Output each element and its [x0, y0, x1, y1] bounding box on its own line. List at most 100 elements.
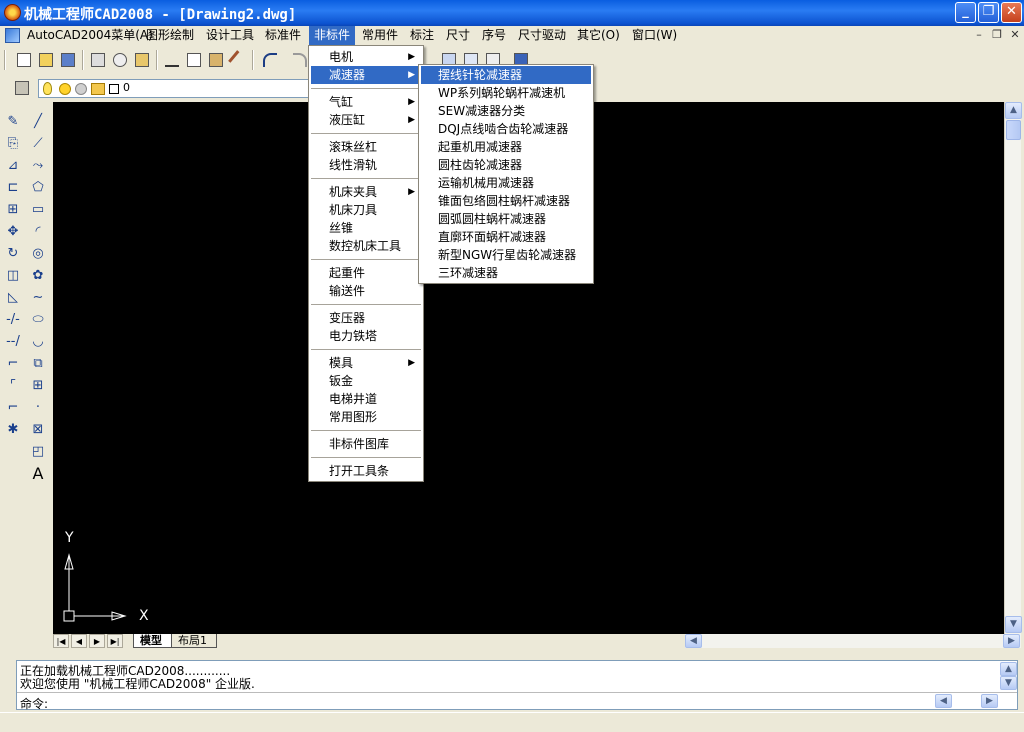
menu-item-nonstd[interactable]: 钣金 [311, 372, 421, 390]
scroll-down-icon[interactable]: ▼ [1005, 616, 1022, 633]
scroll-right-icon[interactable]: ▶ [1003, 634, 1020, 648]
publish-button[interactable] [132, 50, 152, 70]
fillet-icon[interactable]: ⌐ [3, 398, 23, 418]
copy-icon[interactable]: ⎘ [3, 134, 23, 154]
construction-line-icon[interactable]: ⟋ [28, 134, 48, 154]
menu-item-reducer[interactable]: 锥面包络圆柱蜗杆减速器 [421, 192, 591, 210]
scale-icon[interactable]: ◫ [3, 266, 23, 286]
first-tab-icon[interactable]: |◀ [53, 634, 69, 648]
tab-layout1[interactable]: 布局1 [171, 634, 217, 648]
minimize-button[interactable]: _ [955, 2, 976, 23]
menu-item-nonstd[interactable]: 起重件 [311, 264, 421, 282]
menu-item-nonstd[interactable]: 电梯井道 [311, 390, 421, 408]
menu-item-reducer[interactable]: 圆柱齿轮减速器 [421, 156, 591, 174]
stretch-icon[interactable]: ◺ [3, 288, 23, 308]
extend-icon[interactable]: --/ [3, 332, 23, 352]
erase-icon[interactable]: ✎ [3, 112, 23, 132]
match-properties-button[interactable] [228, 50, 248, 70]
region-icon[interactable]: ◰ [28, 442, 48, 462]
tab-model[interactable]: 模型 [133, 634, 173, 648]
paste-button[interactable] [206, 50, 226, 70]
save-button[interactable] [58, 50, 78, 70]
horizontal-scrollbar[interactable]: ◀ ▶ [685, 634, 1021, 648]
menu-item-nonstd[interactable]: 电力铁塔 [311, 327, 421, 345]
menu-item-nonstd[interactable]: 常用图形 [311, 408, 421, 426]
menu-item-nonstd[interactable]: 数控机床工具 [311, 237, 421, 255]
copy-button[interactable] [184, 50, 204, 70]
print-button[interactable] [88, 50, 108, 70]
menu-sequence[interactable]: 序号 [477, 26, 511, 45]
maximize-button[interactable]: ❐ [978, 2, 999, 23]
menu-item-nonstd[interactable]: 电机 ▶ [311, 48, 421, 66]
menu-item-reducer[interactable]: 运输机械用减速器 [421, 174, 591, 192]
menu-item-reducer[interactable]: WP系列蜗轮蜗杆减速机 [421, 84, 591, 102]
prev-tab-icon[interactable]: ◀ [71, 634, 87, 648]
document-icon[interactable] [5, 28, 20, 43]
hatch-icon[interactable]: ⊠ [28, 420, 48, 440]
array-icon[interactable]: ⊞ [3, 200, 23, 220]
polyline-icon[interactable]: ⤳ [28, 156, 48, 176]
next-tab-icon[interactable]: ▶ [89, 634, 105, 648]
undo-button[interactable] [260, 50, 280, 70]
menu-standard-parts[interactable]: 标准件 [260, 26, 306, 45]
line-icon[interactable]: ╱ [28, 112, 48, 132]
doc-close-button[interactable]: ✕ [1008, 28, 1022, 42]
vertical-scroll-thumb[interactable] [1006, 120, 1021, 140]
menu-design-tools[interactable]: 设计工具 [201, 26, 259, 45]
menu-item-nonstd[interactable]: 减速器 ▶ [311, 66, 421, 84]
menu-item-nonstd[interactable]: 模具 ▶ [311, 354, 421, 372]
menu-item-reducer[interactable]: DQJ点线啮合齿轮减速器 [421, 120, 591, 138]
menu-nonstandard-parts[interactable]: 非标件 [309, 26, 356, 45]
spline-icon[interactable]: ∼ [28, 288, 48, 308]
redo-button[interactable] [290, 50, 310, 70]
rectangle-icon[interactable]: ▭ [28, 200, 48, 220]
text-icon[interactable]: A [28, 464, 48, 484]
menu-item-reducer[interactable]: 摆线针轮减速器 [421, 66, 591, 84]
menu-item-nonstd[interactable]: 输送件 [311, 282, 421, 300]
new-button[interactable] [14, 50, 34, 70]
scroll-up-icon[interactable]: ▲ [1005, 102, 1022, 119]
insert-block-icon[interactable]: ⧉ [28, 354, 48, 374]
arc-icon[interactable]: ◜ [28, 222, 48, 242]
menu-other[interactable]: 其它(O) [572, 26, 625, 45]
open-button[interactable] [36, 50, 56, 70]
menu-item-reducer[interactable]: 起重机用减速器 [421, 138, 591, 156]
break-icon[interactable]: ⌐ [3, 354, 23, 374]
cmd-scroll-down-icon[interactable]: ▼ [1000, 676, 1017, 690]
menu-autocad2004[interactable]: AutoCAD2004菜单(A) [22, 26, 158, 45]
close-button[interactable]: ✕ [1001, 2, 1022, 23]
point-icon[interactable]: · [28, 398, 48, 418]
menu-item-nonstd[interactable]: 非标件图库 [311, 435, 421, 453]
ellipse-arc-icon[interactable]: ◡ [28, 332, 48, 352]
command-prompt[interactable]: 命令: [20, 695, 48, 712]
vertical-scrollbar[interactable]: ▲ ▼ [1004, 102, 1022, 634]
menu-item-nonstd[interactable]: 线性滑轨 [311, 156, 421, 174]
cut-button[interactable] [162, 50, 182, 70]
polygon-icon[interactable]: ⬠ [28, 178, 48, 198]
layer-dropdown[interactable]: 0 [38, 79, 310, 98]
menu-dimension-driven[interactable]: 尺寸驱动 [513, 26, 571, 45]
menu-item-nonstd[interactable]: 气缸 ▶ [311, 93, 421, 111]
doc-minimize-button[interactable]: – [972, 28, 986, 42]
toolbar-grip[interactable] [4, 50, 6, 70]
menu-item-reducer[interactable]: 直廓环面蜗杆减速器 [421, 228, 591, 246]
doc-restore-button[interactable]: ❐ [990, 28, 1004, 42]
menu-item-nonstd[interactable]: 滚珠丝杠 [311, 138, 421, 156]
menu-item-nonstd[interactable]: 丝锥 [311, 219, 421, 237]
menu-item-nonstd[interactable]: 机床刀具 [311, 201, 421, 219]
menu-item-nonstd[interactable]: 机床夹具 ▶ [311, 183, 421, 201]
menu-dimension[interactable]: 尺寸 [441, 26, 475, 45]
app-icon[interactable] [4, 4, 21, 21]
mirror-icon[interactable]: ⊿ [3, 156, 23, 176]
ellipse-icon[interactable]: ⬭ [28, 310, 48, 330]
layer-manager-button[interactable] [12, 78, 32, 98]
scroll-left-icon[interactable]: ◀ [685, 634, 702, 648]
make-block-icon[interactable]: ⊞ [28, 376, 48, 396]
trim-icon[interactable]: -/- [3, 310, 23, 330]
last-tab-icon[interactable]: ▶| [107, 634, 123, 648]
cmd-scroll-up-icon[interactable]: ▲ [1000, 662, 1017, 676]
cmd-scroll-right-icon[interactable]: ▶ [981, 694, 998, 708]
circle-icon[interactable]: ◎ [28, 244, 48, 264]
menu-item-nonstd[interactable]: 打开工具条 [311, 462, 421, 480]
menu-item-reducer[interactable]: 新型NGW行星齿轮减速器 [421, 246, 591, 264]
